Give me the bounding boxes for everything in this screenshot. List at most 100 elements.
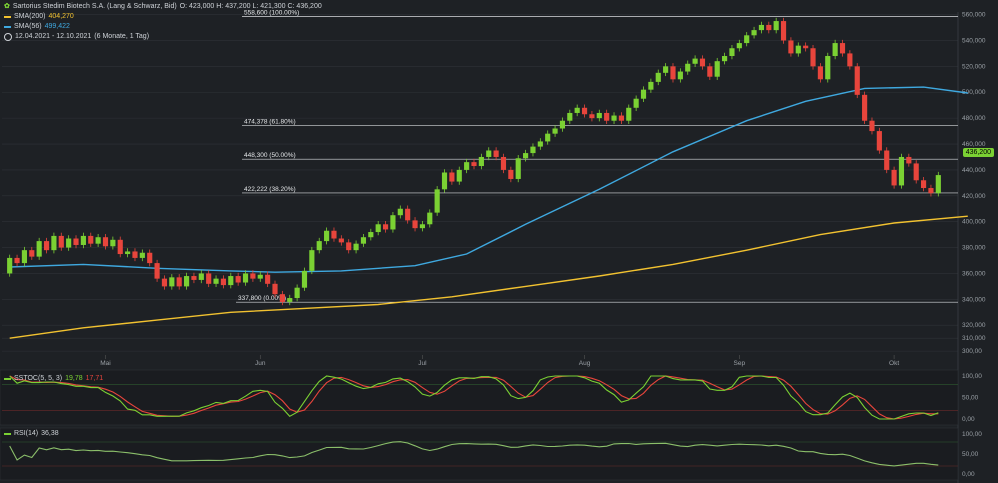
x-tick-label: Okt [889,360,899,367]
candle-body [493,150,499,157]
candle-body [766,24,772,31]
candle-body [559,120,566,129]
pane-y-tick: 50,00 [962,451,979,458]
y-tick-label: 320,000 [962,322,986,329]
candle-body [515,158,521,179]
candle-body [29,250,35,257]
candle-body [803,45,809,49]
sma200-line [9,215,968,339]
instrument-name: Sartorius Stedim Biotech S.A. (Lang & Sc… [12,3,177,10]
candle-body [744,35,750,44]
candle-body [132,251,138,258]
candle-body [228,276,234,286]
candle-body [257,274,263,279]
y-tick-label: 420,000 [962,193,986,200]
candle-body [663,66,669,73]
candle-body [500,156,507,170]
candle-body [43,241,50,251]
rsi-label: RSI(14) [14,430,39,437]
candle-body [839,43,846,54]
candle-body [7,257,13,274]
fib-label: 448,300 (50.00%) [244,152,296,159]
x-tick-label: Jun [255,360,266,367]
candle-body [788,40,794,54]
legend: ✿ Sartorius Stedim Biotech S.A. (Lang & … [4,2,322,42]
pane-y-tick: 100,00 [962,431,982,438]
clock-icon [4,33,12,41]
candle-body [301,270,308,288]
candle-body [810,48,816,67]
sma200-label: SMA(200) [14,13,46,20]
candle-body [250,273,256,279]
candle-body [191,276,197,280]
candle-body [382,224,389,230]
candle-body [279,294,285,302]
legend-range: 12.04.2021 - 12.10.2021 (6 Monate, 1 Tag… [4,32,322,42]
pane-y-tick: 0,00 [962,471,975,478]
candle-body [795,45,801,54]
legend-sma56[interactable]: SMA(56) 499,422 [4,22,322,32]
candle-body [685,63,691,72]
candle-body [906,156,912,164]
x-tick-label: Mai [100,360,110,367]
candle-body [36,241,42,257]
sma56-label: SMA(56) [14,23,42,30]
candle-body [235,276,241,283]
candle-body [139,252,145,258]
candle-body [604,112,610,121]
candle-body [331,230,337,239]
candle-body [58,235,64,248]
candle-body [169,277,175,287]
candle-body [626,107,632,121]
rsi-pane-label[interactable]: RSI(14) 36,38 [4,430,59,437]
candle-body [324,230,330,242]
candle-body [375,224,381,233]
candle-body [161,278,168,287]
candle-body [154,263,160,279]
candle-body [891,169,897,186]
candle-body [928,188,934,194]
candle-body [640,89,647,99]
candle-body [581,107,588,115]
candle-body [464,162,470,170]
sma56-line [9,86,968,273]
rsi-swatch [4,432,11,435]
candle-body [832,43,838,57]
y-tick-label: 540,000 [962,37,986,44]
fib-label: 474,378 (61.80%) [244,118,296,125]
stoch-swatch [4,377,11,380]
candle-body [360,237,367,244]
rsi-pane [0,427,959,481]
candle-body [537,141,543,147]
candle-body [574,107,580,113]
candle-body [147,252,153,264]
candle-body [854,66,860,95]
sma56-swatch [4,26,11,28]
candle-body [552,128,558,134]
candle-body [677,71,683,80]
legend-sma200[interactable]: SMA(200) 404,270 [4,12,322,22]
candle-body [567,112,573,121]
candle-body [670,66,676,80]
candle-body [780,21,787,41]
candle-body [478,156,484,167]
y-tick-label: 310,000 [962,335,986,342]
y-tick-label: 380,000 [962,245,986,252]
sma200-swatch [4,16,11,18]
legend-instrument: ✿ Sartorius Stedim Biotech S.A. (Lang & … [4,2,322,12]
candle-body [589,114,595,119]
candle-body [294,287,300,299]
stoch-pane-label[interactable]: SSTOC(5, 5, 3) 19,78 17,71 [4,375,103,382]
fib-label: 422,222 (38.20%) [244,186,296,193]
candle-body [338,238,344,243]
candle-body [21,250,28,264]
ohlc-values: O: 423,000 H: 437,200 L: 421,300 C: 436,… [179,3,322,10]
candle-body [66,238,72,248]
candle-body [596,112,602,119]
candle-body [714,61,720,77]
y-tick-label: 400,000 [962,219,986,226]
last-price-badge: 436,200 [962,148,994,157]
y-tick-label: 300,00 [962,348,982,355]
candle-body [545,133,551,142]
candle-body [80,235,86,245]
